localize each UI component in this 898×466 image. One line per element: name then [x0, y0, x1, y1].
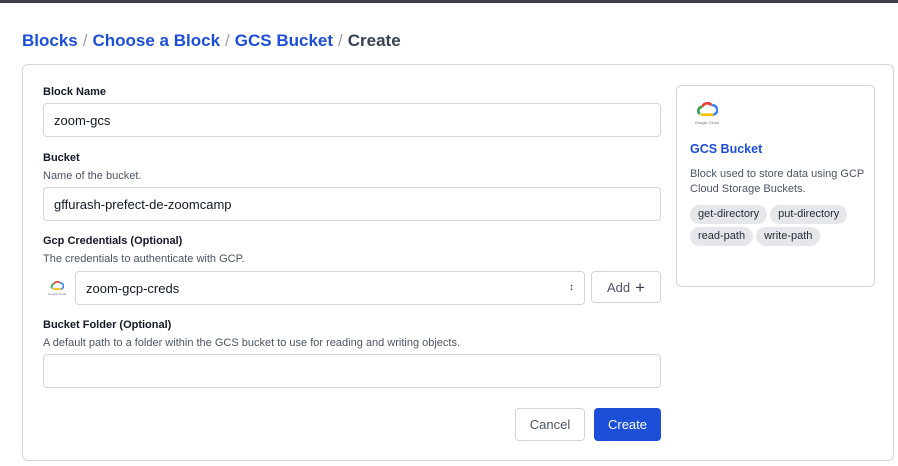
google-cloud-logo-graphic — [50, 280, 64, 290]
create-button[interactable]: Create — [594, 408, 661, 441]
capability-tag: get-directory — [690, 205, 768, 224]
bucket-folder-input[interactable] — [43, 354, 661, 388]
add-credentials-button[interactable]: Add + — [591, 271, 661, 303]
plus-icon: + — [635, 277, 646, 297]
block-info-panel: Google Cloud GCS Bucket Block used to st… — [676, 85, 875, 287]
google-cloud-icon: Google Cloud — [43, 271, 71, 305]
bucket-input[interactable] — [43, 187, 661, 221]
google-cloud-logo-text: Google Cloud — [694, 120, 720, 125]
capability-tag: write-path — [756, 227, 821, 246]
block-name-input[interactable] — [43, 103, 661, 137]
bucket-label: Bucket — [43, 152, 80, 164]
add-credentials-label: Add — [606, 279, 631, 295]
gcp-credentials-description: The credentials to authenticate with GCP… — [43, 253, 245, 265]
block-name-label: Block Name — [43, 86, 106, 98]
chevron-updown-icon: ↕ — [569, 282, 574, 293]
top-bar — [0, 0, 898, 3]
capability-tag: read-path — [690, 227, 754, 246]
capability-tags: get-directory put-directory read-path wr… — [690, 205, 870, 246]
gcp-credentials-selected: zoom-gcp-creds — [86, 280, 180, 296]
google-cloud-icon: Google Cloud — [690, 102, 724, 125]
bucket-folder-description: A default path to a folder within the GC… — [43, 337, 461, 349]
bucket-description: Name of the bucket. — [43, 170, 142, 182]
breadcrumb: Blocks / Choose a Block / GCS Bucket / C… — [22, 31, 401, 51]
bucket-folder-label: Bucket Folder (Optional) — [43, 319, 172, 331]
breadcrumb-gcs-bucket[interactable]: GCS Bucket — [235, 31, 333, 51]
block-type-description: Block used to store data using GCP Cloud… — [690, 168, 865, 195]
breadcrumb-separator: / — [82, 31, 88, 50]
block-form-card: Block Name Bucket Name of the bucket. Gc… — [22, 64, 894, 461]
google-cloud-logo-graphic — [697, 102, 718, 117]
breadcrumb-current: Create — [347, 31, 401, 50]
google-cloud-logo-text: Google Cloud — [47, 291, 67, 296]
gcp-credentials-label: Gcp Credentials (Optional) — [43, 235, 183, 247]
breadcrumb-choose-a-block[interactable]: Choose a Block — [92, 31, 220, 51]
breadcrumb-blocks[interactable]: Blocks — [22, 31, 78, 51]
gcp-credentials-select[interactable]: zoom-gcp-creds ↕ — [75, 271, 585, 305]
breadcrumb-separator: / — [225, 31, 230, 50]
capability-tag: put-directory — [770, 205, 848, 224]
breadcrumb-separator: / — [338, 31, 343, 50]
block-type-title[interactable]: GCS Bucket — [690, 142, 762, 156]
cancel-button[interactable]: Cancel — [515, 408, 585, 441]
